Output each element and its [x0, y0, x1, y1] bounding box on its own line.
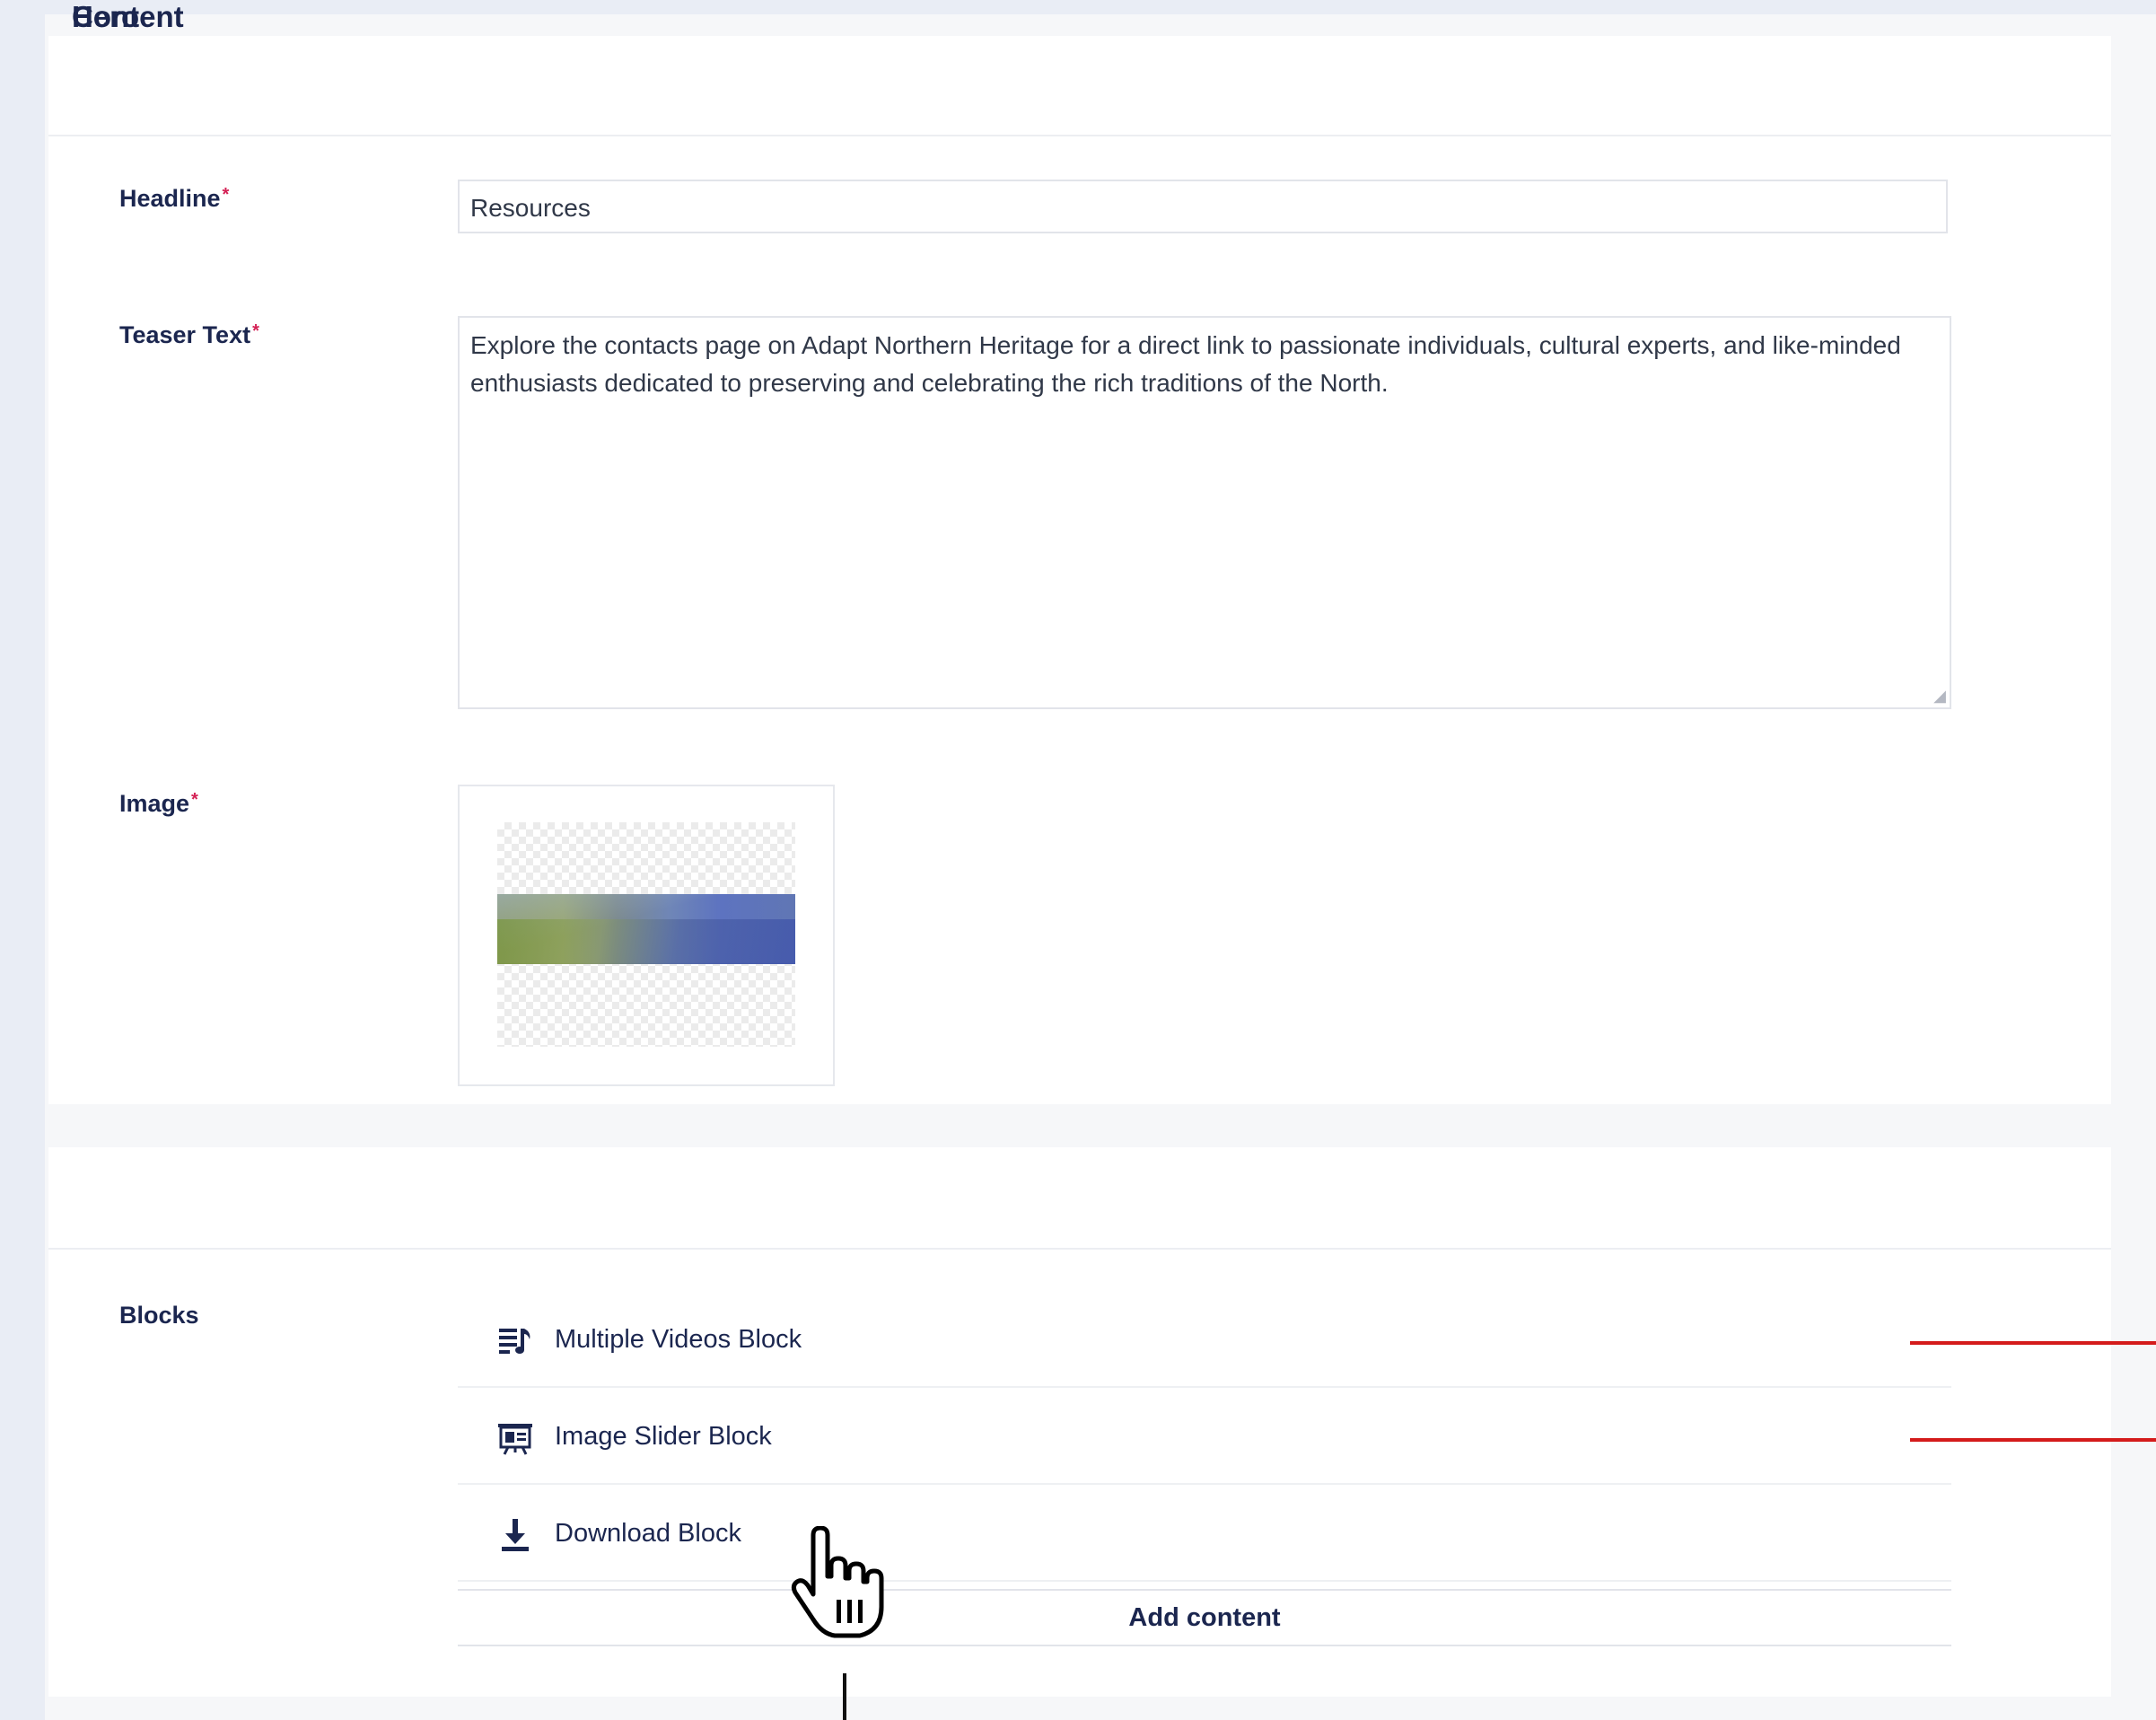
download-icon — [502, 1519, 529, 1551]
headline-input[interactable]: Resources — [458, 180, 1948, 233]
block-item-multiple-videos[interactable]: Multiple Videos Block — [458, 1294, 1951, 1388]
hand-pointer-cursor-icon — [791, 1526, 884, 1638]
annotation-line — [1910, 1341, 2156, 1345]
teaser-text-value: Explore the contacts page on Adapt North… — [470, 331, 1901, 397]
add-content-button[interactable]: Add content — [458, 1589, 1951, 1646]
required-mark: * — [222, 185, 230, 205]
block-item-label: Download Block — [555, 1519, 741, 1548]
image-label-text: Image — [119, 790, 190, 817]
teaser-text-label: Teaser Text * — [119, 321, 259, 349]
headline-label: Headline * — [119, 185, 229, 213]
image-slider-icon — [498, 1424, 532, 1455]
block-item-label: Multiple Videos Block — [555, 1325, 802, 1354]
annotation-line — [1910, 1438, 2156, 1442]
hero-header-divider — [48, 135, 2111, 136]
content-header-divider — [48, 1248, 2111, 1250]
content-group-title: Content — [72, 0, 184, 33]
image-picker-card[interactable] — [458, 785, 835, 1086]
image-label: Image * — [119, 790, 198, 818]
landscape-image — [497, 894, 795, 964]
video-playlist-icon — [499, 1329, 530, 1354]
block-item-download[interactable]: Download Block — [458, 1488, 1951, 1582]
text-cursor — [843, 1673, 846, 1720]
block-item-image-slider[interactable]: Image Slider Block — [458, 1391, 1951, 1485]
teaser-text-label-text: Teaser Text — [119, 321, 251, 348]
image-thumbnail[interactable] — [497, 822, 795, 1047]
block-item-label: Image Slider Block — [555, 1422, 772, 1451]
resize-handle-icon[interactable]: ◢ — [1933, 688, 1946, 704]
blocks-label: Blocks — [119, 1302, 199, 1329]
required-mark: * — [252, 321, 259, 341]
headline-label-text: Headline — [119, 185, 221, 212]
required-mark: * — [191, 790, 198, 810]
teaser-text-textarea[interactable]: Explore the contacts page on Adapt North… — [458, 316, 1951, 709]
